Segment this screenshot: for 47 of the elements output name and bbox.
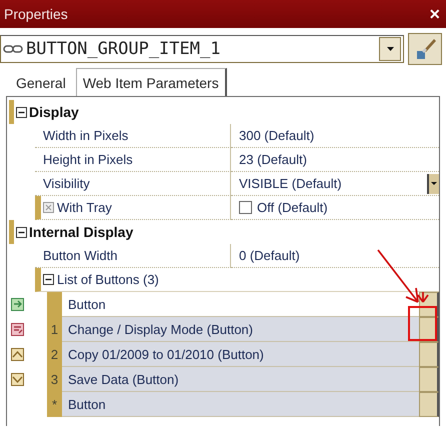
caret-icon — [431, 182, 437, 185]
dropdown-button[interactable] — [427, 174, 439, 194]
property-name: List of Buttons (3) — [57, 272, 159, 287]
up-icon[interactable] — [11, 348, 24, 361]
annotation-arrow — [377, 249, 429, 303]
property-name: Visibility — [43, 176, 90, 191]
row-header[interactable]: 3 — [47, 367, 62, 392]
tab[interactable]: General — [10, 70, 72, 96]
checkbox[interactable] — [239, 201, 252, 214]
close-button[interactable]: × — [429, 4, 440, 24]
property-value: 0 (Default) — [239, 248, 300, 263]
insert-icon[interactable] — [11, 298, 24, 311]
edit-icon[interactable] — [11, 323, 24, 336]
tab[interactable]: Web Item Parameters — [76, 68, 227, 96]
link-icon — [3, 44, 23, 54]
property-name: Height in Pixels — [43, 152, 133, 167]
row-edit-button[interactable] — [419, 392, 439, 417]
down-icon[interactable] — [11, 373, 24, 386]
list-row[interactable]: Change / Display Mode (Button) — [62, 317, 419, 342]
checkbox-icon — [43, 202, 54, 213]
section-title: Internal Display — [29, 224, 134, 240]
window-title: Properties — [4, 6, 68, 22]
list-row[interactable]: Save Data (Button) — [62, 367, 419, 392]
list-row[interactable]: Button — [62, 392, 419, 417]
section-title: Display — [29, 104, 79, 120]
property-name: Width in Pixels — [43, 128, 128, 143]
row-header[interactable]: 1 — [47, 317, 62, 342]
brush-button[interactable] — [408, 33, 442, 65]
object-selector[interactable]: BUTTON_GROUP_ITEM_1 — [0, 35, 404, 63]
list-row[interactable]: Copy 01/2009 to 01/2010 (Button) — [62, 342, 419, 367]
dropdown-button[interactable] — [379, 37, 401, 61]
collapse-toggle[interactable] — [43, 274, 54, 285]
object-name: BUTTON_GROUP_ITEM_1 — [26, 39, 220, 59]
property-name: With Tray — [57, 200, 112, 215]
row-header[interactable]: 2 — [47, 342, 62, 367]
property-value[interactable]: Off (Default) — [257, 200, 328, 215]
row-edit-button[interactable] — [419, 342, 439, 367]
collapse-toggle[interactable] — [16, 106, 27, 118]
row-header[interactable]: * — [47, 392, 62, 417]
row-edit-button[interactable] — [419, 367, 439, 392]
caret-icon — [386, 47, 394, 51]
annotation-frame — [408, 306, 437, 341]
property-value[interactable]: VISIBLE (Default) — [239, 176, 342, 191]
collapse-toggle[interactable] — [16, 226, 27, 238]
property-value: 23 (Default) — [239, 152, 307, 167]
property-name: Button Width — [43, 248, 118, 263]
property-value: 300 (Default) — [239, 128, 314, 143]
